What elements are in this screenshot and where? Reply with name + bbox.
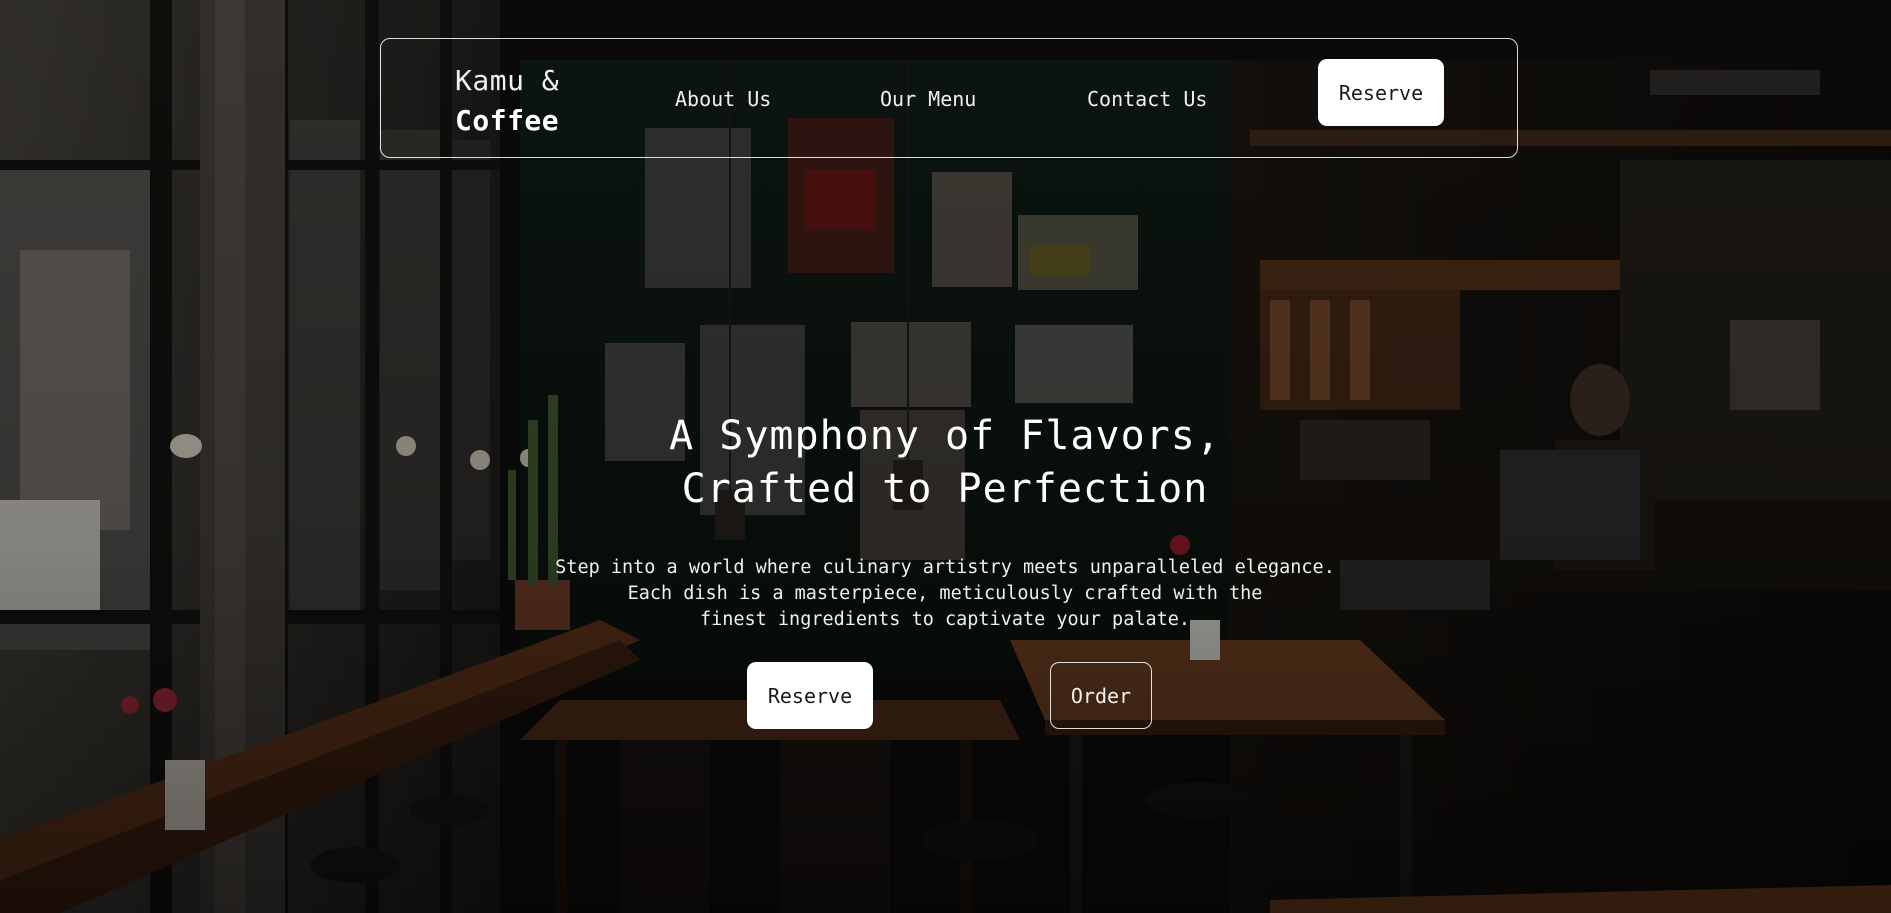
hero-title-line2: Crafted to Perfection (681, 466, 1209, 512)
hero-description: Step into a world where culinary artistr… (555, 557, 1335, 630)
hero-reserve-label: Reserve (767, 683, 853, 708)
hero-title-line1: A Symphony of Flavors, (669, 413, 1221, 459)
hero-order-button[interactable]: Order (1050, 662, 1152, 729)
hero-reserve-button[interactable]: Reserve (747, 662, 873, 729)
nav-link-our-menu[interactable]: Our Menu (880, 87, 976, 111)
header-reserve-label: Reserve (1338, 80, 1424, 105)
brand-logo[interactable]: Kamu & Coffee (455, 61, 595, 141)
brand-name-line1: Kamu & (455, 64, 560, 97)
nav-link-about-us[interactable]: About Us (675, 87, 771, 111)
nav-link-contact-us[interactable]: Contact Us (1087, 87, 1207, 111)
brand-name-line2: Coffee (455, 104, 560, 137)
hero-title: A Symphony of Flavors, Crafted to Perfec… (545, 410, 1345, 516)
header-reserve-button[interactable]: Reserve (1318, 59, 1444, 126)
top-navbar: Kamu & Coffee About Us Our Menu Contact … (380, 38, 1518, 158)
hero-order-label: Order (1070, 683, 1132, 708)
